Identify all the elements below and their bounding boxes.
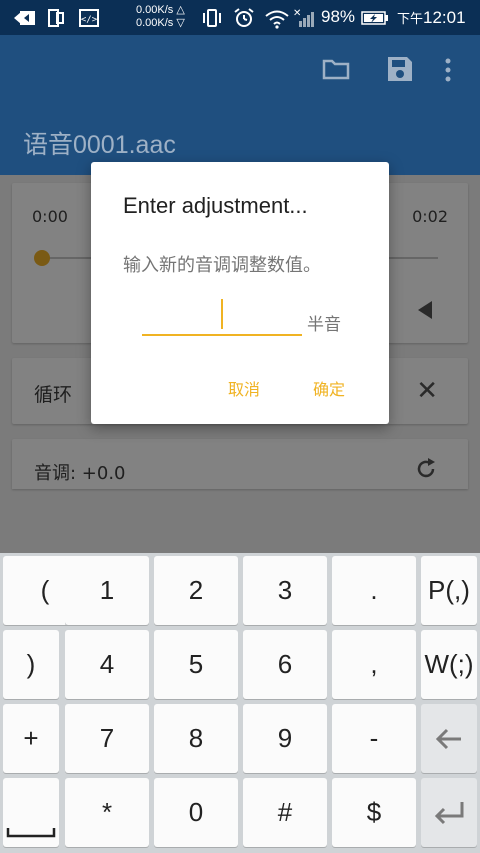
key-plus[interactable]: + (3, 704, 59, 773)
numeric-keyboard: ( 1 2 3 . P(,) ) 4 5 6 , W(;) + 7 8 9 - … (0, 553, 480, 853)
key-3[interactable]: 3 (243, 556, 327, 625)
key-6[interactable]: 6 (243, 630, 327, 699)
clock-period: 下午 (397, 11, 424, 26)
battery-percentage: 98% (321, 7, 356, 26)
key-7[interactable]: 7 (65, 704, 149, 773)
play-reverse-icon[interactable] (418, 301, 432, 319)
key-period[interactable]: . (332, 556, 416, 625)
key-2[interactable]: 2 (154, 556, 238, 625)
usb-debug-icon (14, 0, 36, 35)
key-close-paren[interactable]: ) (3, 630, 59, 699)
enter-icon (434, 801, 464, 824)
cancel-button[interactable]: 取消 (228, 376, 260, 400)
unit-label: 半音 (307, 315, 341, 335)
key-dollar[interactable]: $ (332, 778, 416, 847)
time-start: 0:00 (32, 207, 68, 226)
backspace-icon (435, 728, 461, 749)
net-speed-down: 0.00K/s (136, 17, 174, 29)
seek-thumb[interactable] (34, 250, 50, 266)
key-1[interactable]: 1 (65, 556, 149, 625)
dialog-title: Enter adjustment... (123, 193, 308, 218)
text-cursor (221, 299, 223, 329)
close-icon[interactable]: ✕ (416, 376, 438, 406)
space-icon (6, 827, 56, 837)
ok-button[interactable]: 确定 (313, 376, 345, 400)
code-icon: </> (79, 0, 99, 35)
loop-label: 循环 (34, 384, 73, 406)
key-5[interactable]: 5 (154, 630, 238, 699)
refresh-icon[interactable] (414, 457, 438, 481)
clock-time: 12:01 (423, 8, 466, 27)
wifi-icon (264, 0, 290, 35)
key-wait-semicolon[interactable]: W(;) (421, 630, 477, 699)
status-bar: </> 0.00K/s △ 0.00K/s ▽ ✕ 98% 下午12:01 (0, 0, 480, 35)
key-pause-comma[interactable]: P(,) (421, 556, 477, 625)
enter-key[interactable] (421, 778, 477, 847)
alarm-icon (233, 0, 255, 35)
clock: 下午12:01 (397, 8, 466, 28)
network-speed: 0.00K/s △ 0.00K/s ▽ (136, 4, 185, 29)
app-bar: 语音0001.aac (0, 35, 480, 175)
more-vert-icon[interactable] (438, 57, 458, 87)
pitch-label: 音调: +0.0 (34, 463, 126, 484)
phone-icon (46, 0, 66, 35)
backspace-key[interactable] (421, 704, 477, 773)
key-0[interactable]: 0 (154, 778, 238, 847)
folder-icon[interactable] (322, 57, 352, 87)
battery-charging-icon (361, 0, 389, 35)
net-speed-up: 0.00K/s (136, 4, 174, 16)
svg-text:✕: ✕ (293, 8, 301, 19)
pitch-card: 音调: +0.0 (12, 439, 468, 489)
signal-icon: ✕ (293, 0, 317, 35)
vibrate-icon (201, 0, 223, 35)
key-minus[interactable]: - (332, 704, 416, 773)
time-end: 0:02 (412, 207, 448, 226)
save-icon[interactable] (386, 55, 416, 85)
svg-text:</>: </> (81, 15, 98, 25)
dialog-message: 输入新的音调调整数值。 (123, 255, 321, 276)
key-asterisk[interactable]: * (65, 778, 149, 847)
space-key[interactable] (3, 778, 59, 847)
key-8[interactable]: 8 (154, 704, 238, 773)
key-4[interactable]: 4 (65, 630, 149, 699)
key-hash[interactable]: # (243, 778, 327, 847)
key-comma[interactable]: , (332, 630, 416, 699)
pitch-adjust-dialog: Enter adjustment... 输入新的音调调整数值。 半音 取消 确定 (91, 162, 389, 424)
page-title: 语音0001.aac (23, 131, 176, 159)
key-9[interactable]: 9 (243, 704, 327, 773)
